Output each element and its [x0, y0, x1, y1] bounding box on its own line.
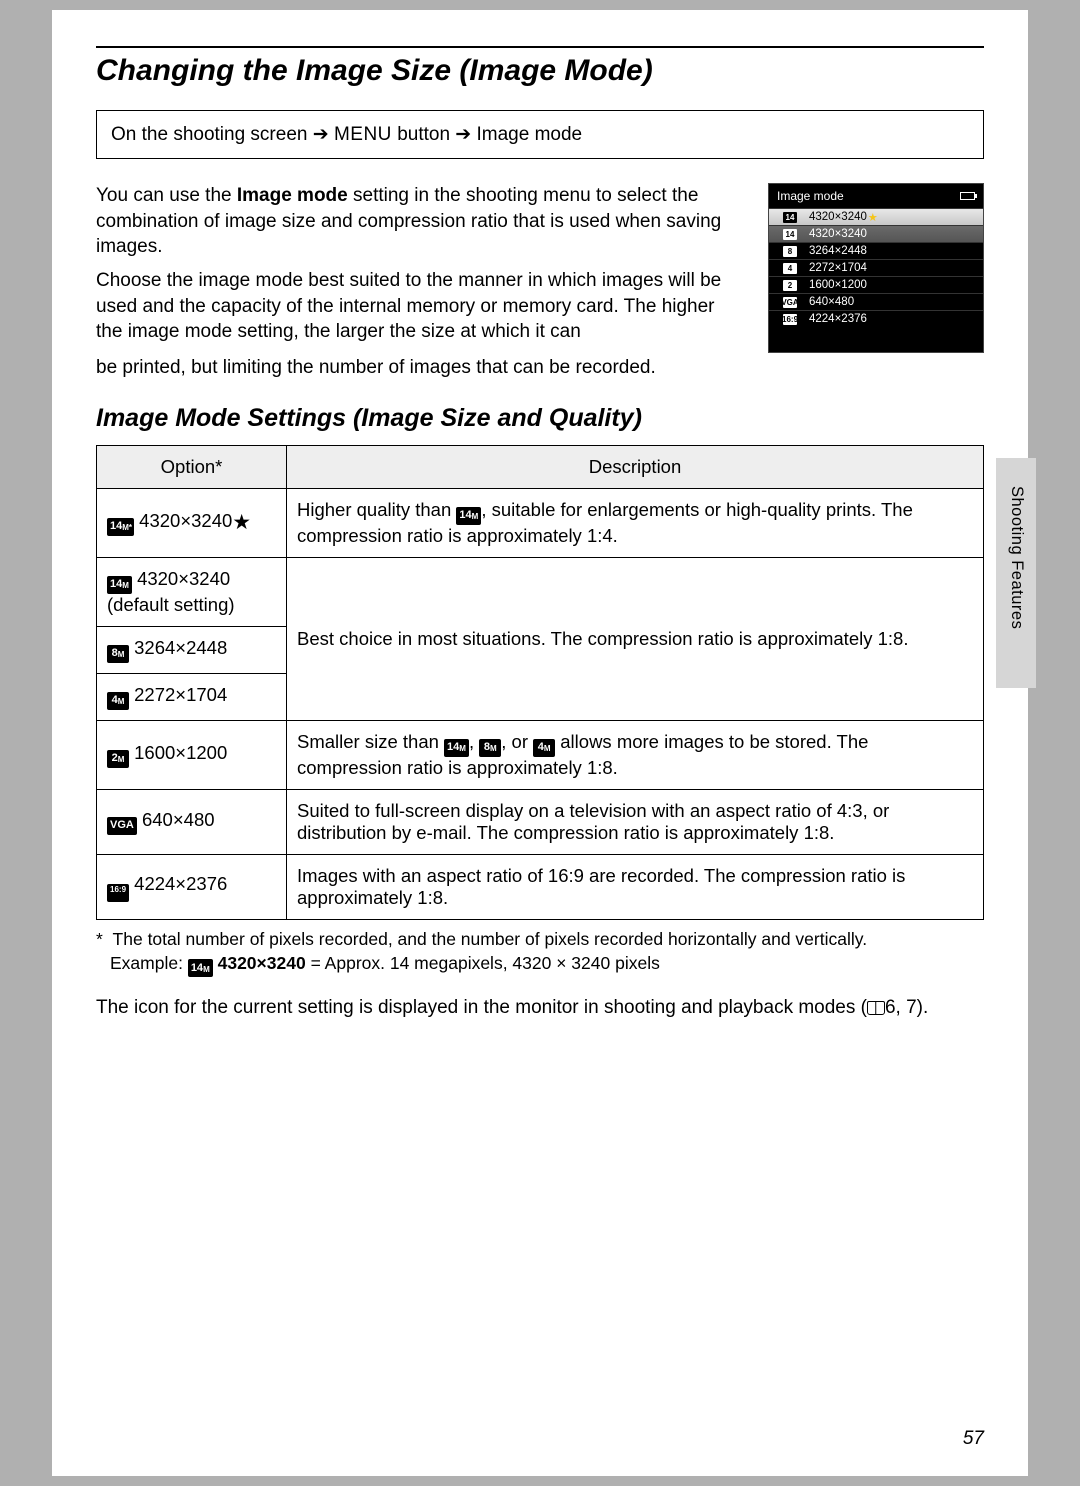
mode-icon: 4 — [783, 263, 797, 274]
desc-text: , or — [501, 731, 533, 752]
option-sublabel: (default setting) — [107, 594, 235, 615]
intro-text-a: You can use the — [96, 185, 237, 206]
mode-icon-14m: 14M — [456, 507, 481, 525]
top-rule — [96, 46, 984, 48]
desc-text: Best choice in most situations. The comp… — [287, 558, 984, 721]
desc-text: , — [469, 731, 479, 752]
table-row: 14M 4320×3240 (default setting) Best cho… — [97, 558, 984, 627]
margin-label: Shooting Features — [1007, 486, 1026, 629]
arrow-icon: ➔ — [313, 124, 329, 145]
screenshot-item-label: 4224×2376 — [809, 313, 867, 325]
intro-p3: be printed, but limiting the number of i… — [96, 355, 984, 381]
screenshot-item-label: 4320×3240 — [809, 211, 867, 223]
table-row: 2M 1600×1200 Smaller size than 14M, 8M, … — [97, 721, 984, 790]
table-row: 14M* 4320×3240★ Higher quality than 14M,… — [97, 489, 984, 558]
option-label: 1600×1200 — [134, 742, 227, 763]
screenshot-menu-item: 16:9 4224×2376 — [769, 310, 983, 327]
mode-icon: 16:9 — [783, 314, 797, 325]
intro-text: You can use the Image mode setting in th… — [96, 183, 742, 353]
star-icon: ★ — [232, 511, 251, 534]
screenshot-title: Image mode — [777, 189, 844, 203]
intro-bold: Image mode — [237, 185, 348, 206]
screenshot-menu-item: 4 2272×1704 — [769, 259, 983, 276]
table-row: VGA 640×480 Suited to full-screen displa… — [97, 790, 984, 855]
page-title: Changing the Image Size (Image Mode) — [96, 54, 984, 88]
screenshot-item-label: 4320×3240 — [809, 228, 867, 240]
page-number: 57 — [963, 1428, 984, 1450]
footnote-2: Example: 14M 4320×3240 = Approx. 14 mega… — [96, 952, 984, 977]
mode-icon-14m-star: 14M* — [107, 518, 134, 536]
mode-icon-14m: 14M — [188, 959, 213, 977]
screenshot-titlebar: Image mode — [769, 184, 983, 208]
desc-text: Higher quality than — [297, 499, 456, 520]
mode-icon-14m: 14M — [444, 739, 469, 757]
desc-text: Suited to full-screen display on a telev… — [287, 790, 984, 855]
mode-icon: VGA — [783, 297, 797, 308]
desc-text: Images with an aspect ratio of 16:9 are … — [287, 855, 984, 920]
mode-icon: 14 — [783, 212, 797, 223]
mode-icon: 2 — [783, 280, 797, 291]
th-description: Description — [287, 446, 984, 489]
table-header-row: Option* Description — [97, 446, 984, 489]
closing-paragraph: The icon for the current setting is disp… — [96, 995, 984, 1021]
option-label: 4224×2376 — [134, 873, 227, 894]
menu-button-label: MENU — [334, 124, 392, 145]
nav-prefix: On the shooting screen — [111, 124, 307, 145]
mode-icon-8m: 8M — [479, 739, 501, 757]
desc-text: Smaller size than — [297, 731, 444, 752]
star-icon: ★ — [868, 211, 878, 224]
mode-icon-14m: 14M — [107, 576, 132, 594]
book-icon — [867, 1001, 885, 1015]
screenshot-menu-item: VGA 640×480 — [769, 293, 983, 310]
nav-suffix: Image mode — [477, 124, 583, 145]
camera-menu-screenshot: Image mode 14 4320×3240★ 14 4320×3240 8 3264×… — [768, 183, 984, 353]
mode-icon: 8 — [783, 246, 797, 257]
table-row: 16:9 4224×2376 Images with an aspect rat… — [97, 855, 984, 920]
navigation-path-box: On the shooting screen ➔ MENU button ➔ I… — [96, 110, 984, 159]
mode-icon-vga: VGA — [107, 817, 137, 835]
screenshot-item-label: 1600×1200 — [809, 279, 867, 291]
screenshot-menu-item: 8 3264×2448 — [769, 242, 983, 259]
nav-mid: button — [397, 124, 450, 145]
page: Changing the Image Size (Image Mode) On … — [52, 10, 1028, 1476]
screenshot-menu-item: 14 4320×3240★ — [769, 208, 983, 225]
mode-icon-8m: 8M — [107, 645, 129, 663]
intro-p2: Choose the image mode best suited to the… — [96, 268, 742, 345]
settings-table: Option* Description 14M* 4320×3240★ High… — [96, 445, 984, 920]
mode-icon-16-9: 16:9 — [107, 884, 129, 902]
intro-row: You can use the Image mode setting in th… — [96, 183, 984, 353]
option-label: 3264×2448 — [134, 637, 227, 658]
th-option: Option* — [97, 446, 287, 489]
battery-icon — [960, 192, 975, 200]
option-label: 640×480 — [142, 809, 215, 830]
option-label: 2272×1704 — [134, 684, 227, 705]
arrow-icon: ➔ — [455, 124, 471, 145]
mode-icon-4m: 4M — [533, 739, 555, 757]
screenshot-item-label: 3264×2448 — [809, 245, 867, 257]
screenshot-rows: 14 4320×3240★ 14 4320×3240 8 3264×2448 4 2272×1… — [769, 208, 983, 327]
mode-icon-4m: 4M — [107, 692, 129, 710]
screenshot-item-label: 2272×1704 — [809, 262, 867, 274]
section-subhead: Image Mode Settings (Image Size and Qual… — [96, 404, 984, 433]
option-label: 4320×3240 — [137, 568, 230, 589]
mode-icon: 14 — [783, 229, 797, 240]
footnote-1: * The total number of pixels recorded, a… — [96, 928, 984, 952]
screenshot-menu-item: 14 4320×3240 — [769, 225, 983, 242]
option-label: 4320×3240 — [139, 510, 232, 531]
screenshot-item-label: 640×480 — [809, 296, 854, 308]
screenshot-menu-item: 2 1600×1200 — [769, 276, 983, 293]
mode-icon-2m: 2M — [107, 750, 129, 768]
